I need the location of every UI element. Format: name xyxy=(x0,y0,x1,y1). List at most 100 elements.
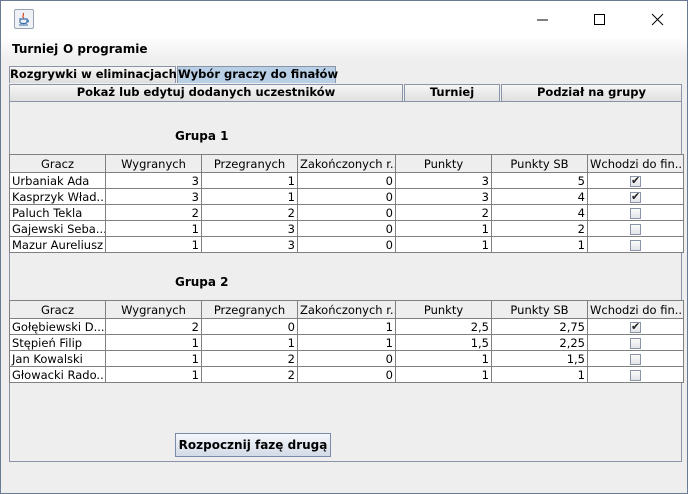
player-name-cell[interactable]: Paluch Tekla xyxy=(9,204,106,221)
finished-cell[interactable]: 0 xyxy=(297,366,396,383)
tab-podzial-na-grupy[interactable]: Podział na grupy xyxy=(501,84,682,102)
finished-cell[interactable]: 0 xyxy=(297,172,396,189)
won-cell[interactable]: 2 xyxy=(105,318,202,335)
tab-pokaz-lub-edytuj[interactable]: Pokaż lub edytuj dodanych uczestników xyxy=(9,84,403,102)
lost-cell[interactable]: 2 xyxy=(201,350,298,367)
sb-cell[interactable]: 2,25 xyxy=(491,334,588,351)
table-row[interactable]: Stępień Filip 1 1 1 1,5 2,25 xyxy=(9,334,684,351)
finished-cell[interactable]: 0 xyxy=(297,204,396,221)
sb-cell[interactable]: 4 xyxy=(491,204,588,221)
sb-cell[interactable]: 4 xyxy=(491,188,588,205)
table-row[interactable]: Urbaniak Ada 3 1 0 3 5 xyxy=(9,172,684,189)
qualifies-cell[interactable] xyxy=(587,172,684,189)
player-name-cell[interactable]: Jan Kowalski xyxy=(9,350,106,367)
column-header[interactable]: Punkty xyxy=(395,300,492,319)
column-header[interactable]: Gracz xyxy=(9,300,106,319)
close-button[interactable] xyxy=(635,1,681,39)
tab-wybor-graczy-do-finalow[interactable]: Wybór graczy do finałów xyxy=(177,66,338,83)
column-header[interactable]: Przegranych xyxy=(201,300,298,319)
table-row[interactable]: Jan Kowalski 1 2 0 1 1,5 xyxy=(9,350,684,367)
start-phase-two-button[interactable]: Rozpocznij fazę drugą xyxy=(175,433,331,457)
finished-cell[interactable]: 0 xyxy=(297,350,396,367)
points-cell[interactable]: 1 xyxy=(395,366,492,383)
player-name-cell[interactable]: Gajewski Seba... xyxy=(9,220,106,237)
column-header[interactable]: Zakończonych r... xyxy=(297,154,396,173)
qualifies-cell[interactable] xyxy=(587,350,684,367)
table-row[interactable]: Głowacki Rado... 1 2 0 1 1 xyxy=(9,366,684,383)
won-cell[interactable]: 1 xyxy=(105,366,202,383)
qualifies-checkbox[interactable] xyxy=(630,239,641,251)
lost-cell[interactable]: 3 xyxy=(201,220,298,237)
qualifies-checkbox[interactable] xyxy=(630,207,641,219)
points-cell[interactable]: 1,5 xyxy=(395,334,492,351)
qualifies-checkbox[interactable] xyxy=(630,337,641,349)
qualifies-cell[interactable] xyxy=(587,334,684,351)
table-row[interactable]: Mazur Aureliusz 1 3 0 1 1 xyxy=(9,236,684,253)
column-header[interactable]: Gracz xyxy=(9,154,106,173)
points-cell[interactable]: 1 xyxy=(395,236,492,253)
points-cell[interactable]: 2,5 xyxy=(395,318,492,335)
menu-turniej[interactable]: Turniej xyxy=(12,42,58,56)
lost-cell[interactable]: 3 xyxy=(201,236,298,253)
table-row[interactable]: Gajewski Seba... 1 3 0 1 2 xyxy=(9,220,684,237)
qualifies-cell[interactable] xyxy=(587,366,684,383)
sb-cell[interactable]: 1,5 xyxy=(491,350,588,367)
qualifies-cell[interactable] xyxy=(587,220,684,237)
column-header[interactable]: Wygranych xyxy=(105,154,202,173)
lost-cell[interactable]: 1 xyxy=(201,334,298,351)
column-header[interactable]: Wygranych xyxy=(105,300,202,319)
finished-cell[interactable]: 0 xyxy=(297,220,396,237)
menu-o-programie[interactable]: O programie xyxy=(63,42,148,56)
table-row[interactable]: Paluch Tekla 2 2 0 2 4 xyxy=(9,204,684,221)
qualifies-cell[interactable] xyxy=(587,236,684,253)
sb-cell[interactable]: 5 xyxy=(491,172,588,189)
won-cell[interactable]: 2 xyxy=(105,204,202,221)
finished-cell[interactable]: 0 xyxy=(297,188,396,205)
points-cell[interactable]: 3 xyxy=(395,172,492,189)
lost-cell[interactable]: 2 xyxy=(201,366,298,383)
sb-cell[interactable]: 2 xyxy=(491,220,588,237)
won-cell[interactable]: 1 xyxy=(105,334,202,351)
won-cell[interactable]: 1 xyxy=(105,350,202,367)
finished-cell[interactable]: 0 xyxy=(297,236,396,253)
column-header[interactable]: Punkty xyxy=(395,154,492,173)
finished-cell[interactable]: 1 xyxy=(297,318,396,335)
qualifies-checkbox[interactable] xyxy=(630,320,641,333)
player-name-cell[interactable]: Gołębiewski D... xyxy=(9,318,106,335)
lost-cell[interactable]: 0 xyxy=(201,318,298,335)
column-header[interactable]: Punkty SB xyxy=(491,154,588,173)
lost-cell[interactable]: 1 xyxy=(201,172,298,189)
column-header[interactable]: Wchodzi do fin... xyxy=(587,154,684,173)
won-cell[interactable]: 1 xyxy=(105,220,202,237)
player-name-cell[interactable]: Stępień Filip xyxy=(9,334,106,351)
player-name-cell[interactable]: Urbaniak Ada xyxy=(9,172,106,189)
finished-cell[interactable]: 1 xyxy=(297,334,396,351)
column-header[interactable]: Punkty SB xyxy=(491,300,588,319)
points-cell[interactable]: 2 xyxy=(395,204,492,221)
column-header[interactable]: Zakończonych r... xyxy=(297,300,396,319)
lost-cell[interactable]: 1 xyxy=(201,188,298,205)
maximize-button[interactable] xyxy=(577,1,623,39)
player-name-cell[interactable]: Mazur Aureliusz xyxy=(9,236,106,253)
table-row[interactable]: Kasprzyk Wład... 3 1 0 3 4 xyxy=(9,188,684,205)
qualifies-cell[interactable] xyxy=(587,188,684,205)
won-cell[interactable]: 3 xyxy=(105,188,202,205)
qualifies-cell[interactable] xyxy=(587,318,684,335)
minimize-button[interactable] xyxy=(519,1,565,39)
qualifies-checkbox[interactable] xyxy=(630,190,641,203)
player-name-cell[interactable]: Kasprzyk Wład... xyxy=(9,188,106,205)
qualifies-checkbox[interactable] xyxy=(630,369,641,381)
tab-rozgrywki-w-eliminacjach[interactable]: Rozgrywki w eliminacjach xyxy=(9,66,177,83)
qualifies-checkbox[interactable] xyxy=(630,353,641,365)
qualifies-checkbox[interactable] xyxy=(630,174,641,187)
tab-turniej[interactable]: Turniej xyxy=(404,84,500,102)
java-cup-icon[interactable] xyxy=(14,9,34,29)
lost-cell[interactable]: 2 xyxy=(201,204,298,221)
sb-cell[interactable]: 1 xyxy=(491,236,588,253)
won-cell[interactable]: 3 xyxy=(105,172,202,189)
qualifies-checkbox[interactable] xyxy=(630,223,641,235)
column-header[interactable]: Przegranych xyxy=(201,154,298,173)
won-cell[interactable]: 1 xyxy=(105,236,202,253)
points-cell[interactable]: 1 xyxy=(395,220,492,237)
qualifies-cell[interactable] xyxy=(587,204,684,221)
